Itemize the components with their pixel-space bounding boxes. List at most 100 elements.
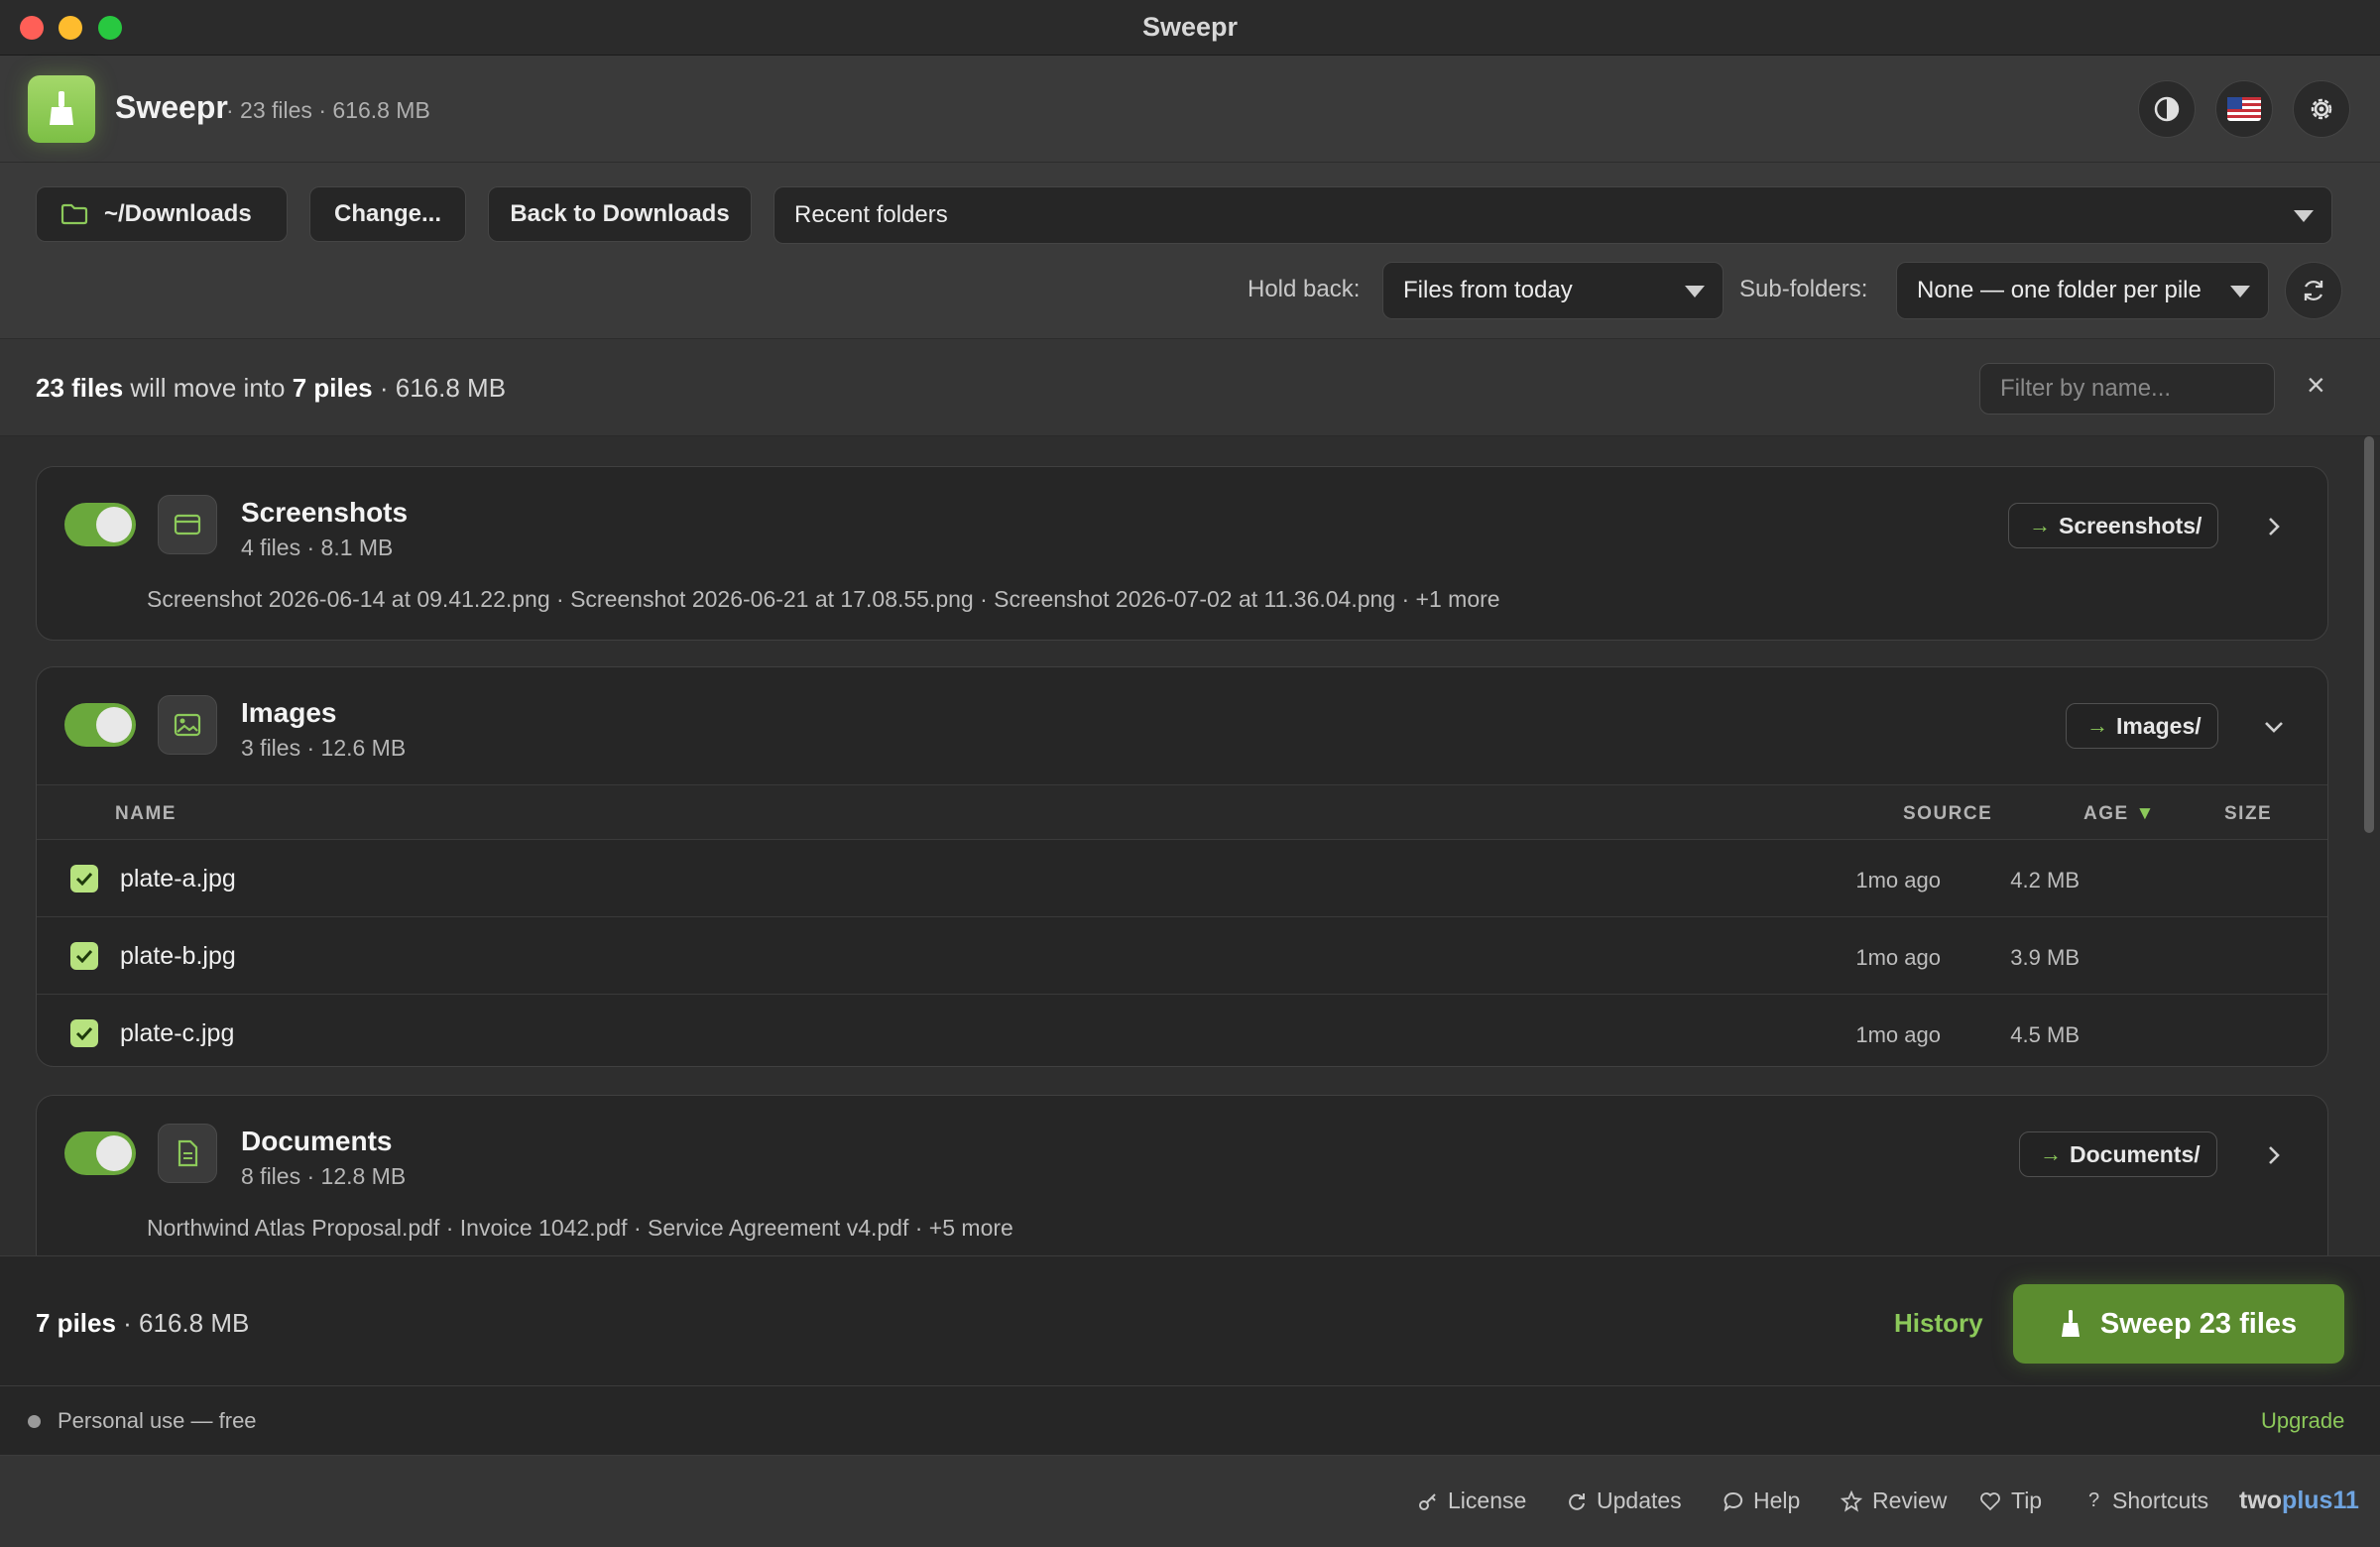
scrollbar-thumb[interactable] [2364, 436, 2374, 833]
image-icon [174, 713, 201, 737]
column-source[interactable]: SOURCE [1903, 803, 1992, 825]
file-age: 1mo ago [1855, 868, 1941, 892]
footer-link-review[interactable]: Review [1841, 1488, 1947, 1514]
upgrade-link[interactable]: Upgrade [2261, 1408, 2344, 1434]
window-title: Sweepr [1141, 12, 1239, 42]
arrow-right-icon: → [2086, 713, 2108, 738]
footer-link-label: Shortcuts [2112, 1488, 2209, 1513]
clear-filter-button[interactable]: × [2307, 367, 2325, 404]
subfolders-value: None — one folder per pile [1917, 277, 2202, 303]
file-name: plate-b.jpg [120, 942, 236, 970]
sweep-button-label: Sweep 23 files [2099, 1307, 2298, 1340]
table-row[interactable]: plate-c.jpg 1mo ago 4.5 MB [37, 995, 2327, 1066]
window-icon [174, 514, 201, 536]
recent-folders-label: Recent folders [794, 201, 948, 228]
app-window: Sweepr Sweepr · 23 files · 616.8 MB ~/Do… [0, 0, 2380, 1547]
pile-destination-button[interactable]: → Images/ [2066, 703, 2218, 749]
footer-link-shortcuts[interactable]: ? Shortcuts [2088, 1488, 2208, 1514]
summary-bar: 23 files will move into 7 piles · 616.8 … [0, 339, 2380, 436]
folder-icon [60, 203, 88, 225]
file-table-body: plate-a.jpg 1mo ago 4.2 MB plate-b.jpg 1… [37, 840, 2327, 1066]
footer-link-label: Review [1872, 1488, 1948, 1513]
footer-link-updates[interactable]: Updates [1567, 1488, 1682, 1514]
pile-toggle[interactable] [64, 503, 136, 546]
refresh-button[interactable] [2285, 262, 2342, 319]
language-button[interactable] [2215, 80, 2273, 138]
change-folder-button[interactable]: Change... [309, 186, 466, 242]
pile-name: Documents [241, 1126, 393, 1156]
column-size[interactable]: SIZE [2224, 803, 2272, 825]
refresh-icon [1569, 1492, 1585, 1510]
chevron-down-icon [2230, 286, 2250, 298]
chat-bubble-icon [1724, 1491, 1743, 1511]
arrow-right-icon: → [2029, 513, 2051, 537]
pile-toggle[interactable] [64, 703, 136, 747]
file-size: 3.9 MB [2010, 945, 2080, 970]
pile-icon-box [158, 495, 217, 554]
back-to-downloads-button[interactable]: Back to Downloads [488, 186, 752, 242]
folder-toolbar: ~/Downloads Change... Back to Downloads … [0, 163, 2380, 339]
hold-back-label: Hold back: [1248, 276, 1361, 302]
sweep-button[interactable]: Sweep 23 files [2013, 1284, 2344, 1364]
file-age: 1mo ago [1855, 945, 1941, 970]
footer-link-label: Help [1753, 1488, 1801, 1513]
collapse-pile-button[interactable] [2254, 707, 2294, 747]
hold-back-select[interactable]: Files from today [1382, 262, 1724, 319]
pile-icon-box [158, 1124, 217, 1183]
brand-text-b: plus11 [2282, 1487, 2359, 1514]
pile-card: Documents 8 files · 12.8 MB → Documents/… [36, 1095, 2328, 1255]
pile-destination-button[interactable]: → Screenshots/ [2008, 503, 2219, 548]
pile-card: Screenshots 4 files · 8.1 MB → Screensho… [36, 466, 2328, 641]
recent-folders-select[interactable]: Recent folders [774, 186, 2332, 244]
subfolders-label: Sub-folders: [1739, 276, 1868, 302]
chevron-right-icon [2269, 1146, 2280, 1164]
question-mark-icon: ? [2088, 1489, 2100, 1511]
pile-toggle[interactable] [64, 1131, 136, 1175]
pile-destination-button[interactable]: → Documents/ [2019, 1131, 2217, 1177]
pile-stats: 8 files · 12.8 MB [241, 1163, 407, 1189]
gear-icon [2311, 98, 2332, 120]
action-piles: 7 piles [36, 1308, 116, 1338]
current-folder-button[interactable]: ~/Downloads [36, 186, 288, 242]
current-folder-label: ~/Downloads [104, 200, 252, 227]
footer-link-license[interactable]: License [1418, 1488, 1526, 1514]
broom-icon [2061, 1310, 2080, 1337]
hold-back-value: Files from today [1403, 277, 1573, 303]
document-icon [178, 1139, 198, 1167]
summary-piles: 7 piles [292, 373, 373, 403]
file-checkbox[interactable] [70, 865, 98, 892]
pile-preview: Screenshot 2026-06-14 at 09.41.22.png · … [147, 586, 1500, 612]
app-header: Sweepr · 23 files · 616.8 MB [0, 56, 2380, 163]
expand-pile-button[interactable] [2254, 507, 2294, 546]
pile-name: Images [241, 697, 337, 728]
table-row[interactable]: plate-b.jpg 1mo ago 3.9 MB [37, 917, 2327, 995]
chevron-down-icon [1685, 286, 1705, 298]
pile-stats: 4 files · 8.1 MB [241, 535, 394, 560]
column-age[interactable]: AGE ▼ [2083, 803, 2156, 825]
brand-logo[interactable]: twoplus11 [2239, 1487, 2359, 1515]
file-name: plate-c.jpg [120, 1019, 235, 1047]
summary-text: 23 files will move into 7 piles · 616.8 … [36, 373, 506, 404]
column-age-label: AGE [2083, 803, 2129, 824]
heart-icon [1980, 1491, 2000, 1510]
footer-link-help[interactable]: Help [1724, 1488, 1800, 1514]
checkmark-icon [75, 949, 93, 963]
column-name[interactable]: NAME [115, 803, 177, 825]
chevron-down-icon [2294, 210, 2314, 222]
checkmark-icon [75, 872, 93, 886]
file-checkbox[interactable] [70, 1019, 98, 1047]
license-status-dot [28, 1415, 41, 1428]
history-link[interactable]: History [1894, 1308, 1983, 1339]
subfolders-select[interactable]: None — one folder per pile [1896, 262, 2269, 319]
file-checkbox[interactable] [70, 942, 98, 970]
star-icon [1841, 1489, 1862, 1512]
settings-button[interactable] [2293, 80, 2350, 138]
footer-link-tip[interactable]: Tip [1979, 1488, 2042, 1514]
footer: License Updates Help Review Tip ? Shortc… [0, 1456, 2380, 1547]
app-stats: · 23 files · 616.8 MB [226, 97, 430, 123]
checkmark-icon [75, 1026, 93, 1040]
expand-pile-button[interactable] [2254, 1135, 2294, 1175]
contrast-button[interactable] [2138, 80, 2196, 138]
table-row[interactable]: plate-a.jpg 1mo ago 4.2 MB [37, 840, 2327, 917]
filter-input[interactable] [1979, 363, 2275, 415]
